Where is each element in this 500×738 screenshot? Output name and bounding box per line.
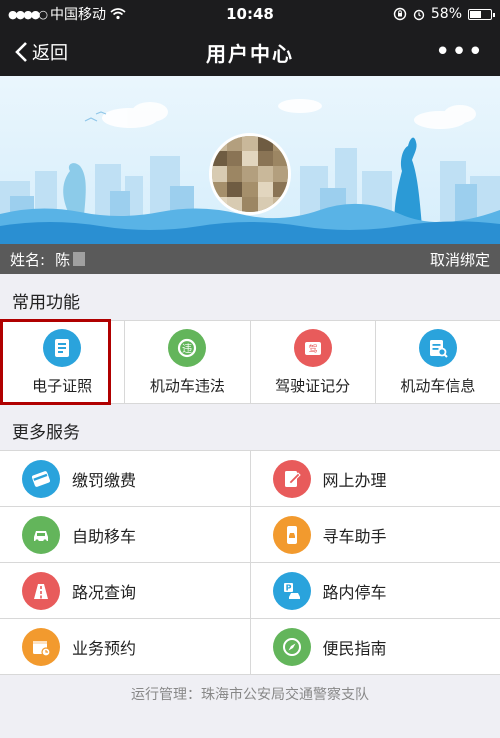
- rotation-lock-icon: [393, 7, 407, 21]
- more-services-grid: 缴罚缴费 网上办理 自助移车 寻车助手 路况查询 P 路内停车 业务预约 便民指…: [0, 450, 500, 675]
- page-title: 用户中心: [206, 41, 294, 66]
- svg-text:违: 违: [182, 343, 192, 355]
- service-label: 网上办理: [322, 470, 387, 490]
- svg-text:驾: 驾: [308, 344, 317, 355]
- service-label: 业务预约: [72, 638, 137, 658]
- service-move-car[interactable]: 自助移车: [0, 507, 251, 562]
- footer-operator: 运行管理：珠海市公安局交通警察支队: [131, 687, 369, 703]
- road-condition-icon: [22, 571, 60, 610]
- unbind-button[interactable]: 取消绑定: [430, 249, 490, 270]
- svg-text:P: P: [285, 583, 291, 592]
- violation-icon: 违: [168, 328, 207, 367]
- service-find-car[interactable]: 寻车助手: [251, 507, 500, 562]
- status-bar: ●●●●○ 中国移动 10:48 58%: [0, 0, 500, 28]
- back-button[interactable]: 返回: [0, 39, 140, 65]
- online-handle-icon: [272, 459, 311, 498]
- common-item-label: 机动车违法: [149, 376, 225, 395]
- service-label: 便民指南: [322, 638, 387, 658]
- service-label: 路况查询: [72, 582, 137, 602]
- common-item-id-card[interactable]: 电子证照: [0, 321, 126, 403]
- common-item-label: 驾驶证记分: [275, 376, 351, 395]
- vehicle-info-icon: [418, 328, 457, 367]
- alarm-icon: [413, 9, 425, 21]
- compass-icon: [272, 627, 311, 666]
- service-label: 自助移车: [72, 526, 137, 546]
- common-item-license-score[interactable]: 驾 驾驶证记分: [251, 321, 376, 403]
- payment-card-icon: [22, 459, 60, 498]
- move-car-icon: [22, 515, 60, 554]
- name-value: 陈: [55, 250, 71, 269]
- name-blur-mask: [73, 252, 86, 266]
- section-title-more: 更多服务: [12, 423, 80, 443]
- id-card-icon: [43, 328, 82, 367]
- more-dots-icon[interactable]: •••: [360, 39, 500, 65]
- license-score-icon: 驾: [293, 328, 332, 367]
- name-label: 姓名:: [10, 250, 46, 269]
- common-functions-grid: 电子证照 违 机动车违法 驾 驾驶证记分 机动车信息: [0, 320, 500, 404]
- common-item-vehicle-info[interactable]: 机动车信息: [376, 321, 500, 403]
- service-road-condition[interactable]: 路况查询: [0, 563, 251, 618]
- common-item-violation[interactable]: 违 机动车违法: [125, 321, 251, 403]
- section-title-common: 常用功能: [12, 293, 80, 313]
- service-label: 寻车助手: [322, 526, 387, 546]
- battery-icon: [468, 8, 495, 20]
- service-label: 缴罚缴费: [72, 470, 137, 490]
- user-name-bar: 姓名: 陈 取消绑定: [0, 244, 500, 274]
- service-label: 路内停车: [322, 582, 387, 602]
- service-guide[interactable]: 便民指南: [251, 619, 500, 674]
- battery-percent: 58%: [430, 6, 462, 22]
- user-avatar[interactable]: [209, 133, 291, 215]
- parking-icon: P: [272, 571, 311, 610]
- service-payment[interactable]: 缴罚缴费: [0, 451, 251, 506]
- nav-bar: 返回 用户中心 •••: [0, 28, 500, 76]
- service-parking[interactable]: P 路内停车: [251, 563, 500, 618]
- common-item-label: 机动车信息: [400, 376, 476, 395]
- clock: 10:48: [226, 5, 274, 23]
- chevron-left-icon: [15, 42, 27, 62]
- signal-icon: ●●●●○: [8, 7, 48, 21]
- back-label: 返回: [32, 43, 68, 64]
- common-item-label: 电子证照: [32, 376, 93, 395]
- wifi-icon: [110, 8, 126, 20]
- service-appointment[interactable]: 业务预约: [0, 619, 251, 674]
- appointment-icon: [22, 627, 60, 666]
- service-online[interactable]: 网上办理: [251, 451, 500, 506]
- find-car-icon: [272, 515, 311, 554]
- carrier-label: 中国移动: [50, 7, 106, 23]
